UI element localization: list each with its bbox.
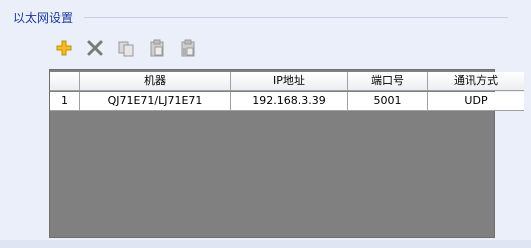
column-header-port[interactable]: 端口号 bbox=[348, 72, 428, 91]
group-divider bbox=[84, 17, 508, 18]
bottom-strip bbox=[0, 240, 531, 248]
copy-button[interactable] bbox=[114, 37, 138, 59]
port-cell[interactable]: 5001 bbox=[348, 92, 428, 111]
add-button[interactable] bbox=[52, 37, 76, 59]
copy-icon bbox=[118, 41, 134, 57]
paste-button[interactable] bbox=[145, 37, 169, 59]
delete-button[interactable] bbox=[83, 37, 107, 59]
ethernet-grid[interactable]: 机器 IP地址 端口号 通讯方式 1 QJ71E71/LJ71E71 192.1… bbox=[49, 69, 524, 238]
toolbar bbox=[52, 37, 207, 59]
column-header-machine[interactable]: 机器 bbox=[80, 72, 231, 91]
column-header-ip[interactable]: IP地址 bbox=[231, 72, 348, 91]
paste-icon bbox=[150, 39, 164, 57]
protocol-cell[interactable]: UDP bbox=[428, 92, 524, 111]
paste-insert-button[interactable] bbox=[176, 37, 200, 59]
row-index-cell[interactable]: 1 bbox=[50, 92, 80, 111]
plus-icon bbox=[56, 40, 72, 56]
ip-cell[interactable]: 192.168.3.39 bbox=[231, 92, 348, 111]
close-x-icon bbox=[87, 40, 103, 56]
machine-cell[interactable]: QJ71E71/LJ71E71 bbox=[80, 92, 231, 111]
paste-insert-icon bbox=[181, 39, 195, 57]
group-title: 以太网设置 bbox=[13, 11, 74, 25]
column-header-protocol[interactable]: 通讯方式 bbox=[428, 72, 524, 91]
table-row[interactable]: 1 QJ71E71/LJ71E71 192.168.3.39 5001 UDP bbox=[50, 92, 524, 111]
column-header-index[interactable] bbox=[50, 72, 80, 91]
grid-header-row: 机器 IP地址 端口号 通讯方式 bbox=[50, 72, 524, 91]
